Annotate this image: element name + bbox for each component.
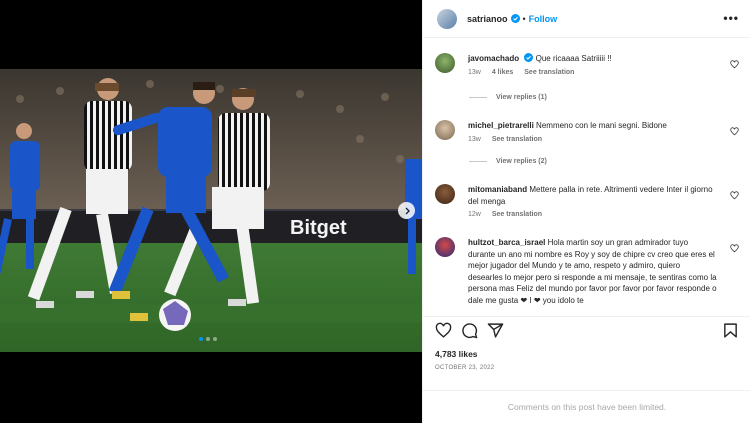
view-replies-button[interactable]: View replies (1) <box>469 94 547 101</box>
comment-likes[interactable]: 4 likes <box>492 69 513 76</box>
comment-item: mitomaniaband Mettere palla in rete. Alt… <box>435 184 739 218</box>
comments-list[interactable]: javomachado Que ricaaaa Satriiiii !! 13w… <box>423 38 750 308</box>
carousel-dot-2 <box>206 337 210 341</box>
carousel-dots <box>199 337 217 341</box>
comment-meta: 13w 4 likes See translation <box>468 69 739 76</box>
next-arrow-icon[interactable] <box>398 202 415 219</box>
heart-icon[interactable] <box>730 191 739 200</box>
likes-count[interactable]: 4,783 likes <box>435 349 478 359</box>
comment-meta: 12w See translation <box>468 211 739 218</box>
author-avatar[interactable] <box>437 8 457 29</box>
comment-item: michel_pietrarelli Nemmeno con le mani s… <box>435 120 739 143</box>
follow-button[interactable]: Follow <box>529 14 558 24</box>
verified-badge-icon <box>524 53 534 62</box>
share-icon[interactable] <box>487 322 504 339</box>
see-translation-button[interactable]: See translation <box>492 136 542 143</box>
comment-time: 13w <box>468 135 481 143</box>
save-icon[interactable] <box>722 322 739 339</box>
comment-text: mitomaniaband Mettere palla in rete. Alt… <box>468 184 717 207</box>
commenter-username[interactable]: michel_pietrarelli <box>468 121 534 130</box>
view-replies-button[interactable]: View replies (2) <box>469 158 547 165</box>
post-photo: Bitget <box>0 69 422 352</box>
comment-body: Nemmeno con le mani segni. Bidone <box>536 121 667 130</box>
commenter-username[interactable]: javomachado <box>468 54 519 63</box>
more-options-icon[interactable]: ••• <box>723 11 739 25</box>
comment-text: hultzot_barca_israel Hola martin soy un … <box>468 237 717 306</box>
view-replies-label: View replies (1) <box>496 94 547 101</box>
heart-icon[interactable] <box>730 60 739 69</box>
commenter-username[interactable]: hultzot_barca_israel <box>468 238 545 247</box>
see-translation-button[interactable]: See translation <box>492 211 542 218</box>
comment-body: Hola martin soy un gran admirador tuyo d… <box>468 238 717 305</box>
comment-time: 13w <box>468 68 481 76</box>
action-bar <box>423 316 750 344</box>
carousel-dot-3 <box>213 337 217 341</box>
comments-limited-notice: Comments on this post have been limited. <box>423 390 750 423</box>
comment-icon[interactable] <box>461 322 478 339</box>
post-header: satrianoo • Follow ••• <box>423 0 750 38</box>
football <box>159 299 191 331</box>
carousel-dot-1 <box>199 337 203 341</box>
heart-icon[interactable] <box>730 244 739 253</box>
heart-icon[interactable] <box>435 322 452 339</box>
commenter-username[interactable]: mitomaniaband <box>468 185 527 194</box>
commenter-avatar[interactable] <box>435 53 455 73</box>
header-separator: • <box>522 13 526 24</box>
post-date: OCTOBER 23, 2022 <box>435 365 495 371</box>
view-replies-label: View replies (2) <box>496 158 547 165</box>
comment-item: hultzot_barca_israel Hola martin soy un … <box>435 237 739 306</box>
comment-text: michel_pietrarelli Nemmeno con le mani s… <box>468 120 717 132</box>
post-panel: satrianoo • Follow ••• javomachado Que r… <box>422 0 750 423</box>
commenter-avatar[interactable] <box>435 120 455 140</box>
comment-body: Que ricaaaa Satriiiii !! <box>535 54 612 63</box>
commenter-avatar[interactable] <box>435 237 455 257</box>
banner-text: Bitget <box>290 217 347 239</box>
comment-item: javomachado Que ricaaaa Satriiiii !! 13w… <box>435 53 739 76</box>
commenter-avatar[interactable] <box>435 184 455 204</box>
see-translation-button[interactable]: See translation <box>524 69 574 76</box>
post-media: Bitget <box>0 0 422 423</box>
author-username[interactable]: satrianoo <box>467 14 508 24</box>
heart-icon[interactable] <box>730 127 739 136</box>
comment-meta: 13w See translation <box>468 136 739 143</box>
verified-badge-icon <box>510 14 520 23</box>
comment-text: javomachado Que ricaaaa Satriiiii !! <box>468 53 717 65</box>
comment-time: 12w <box>468 211 481 218</box>
